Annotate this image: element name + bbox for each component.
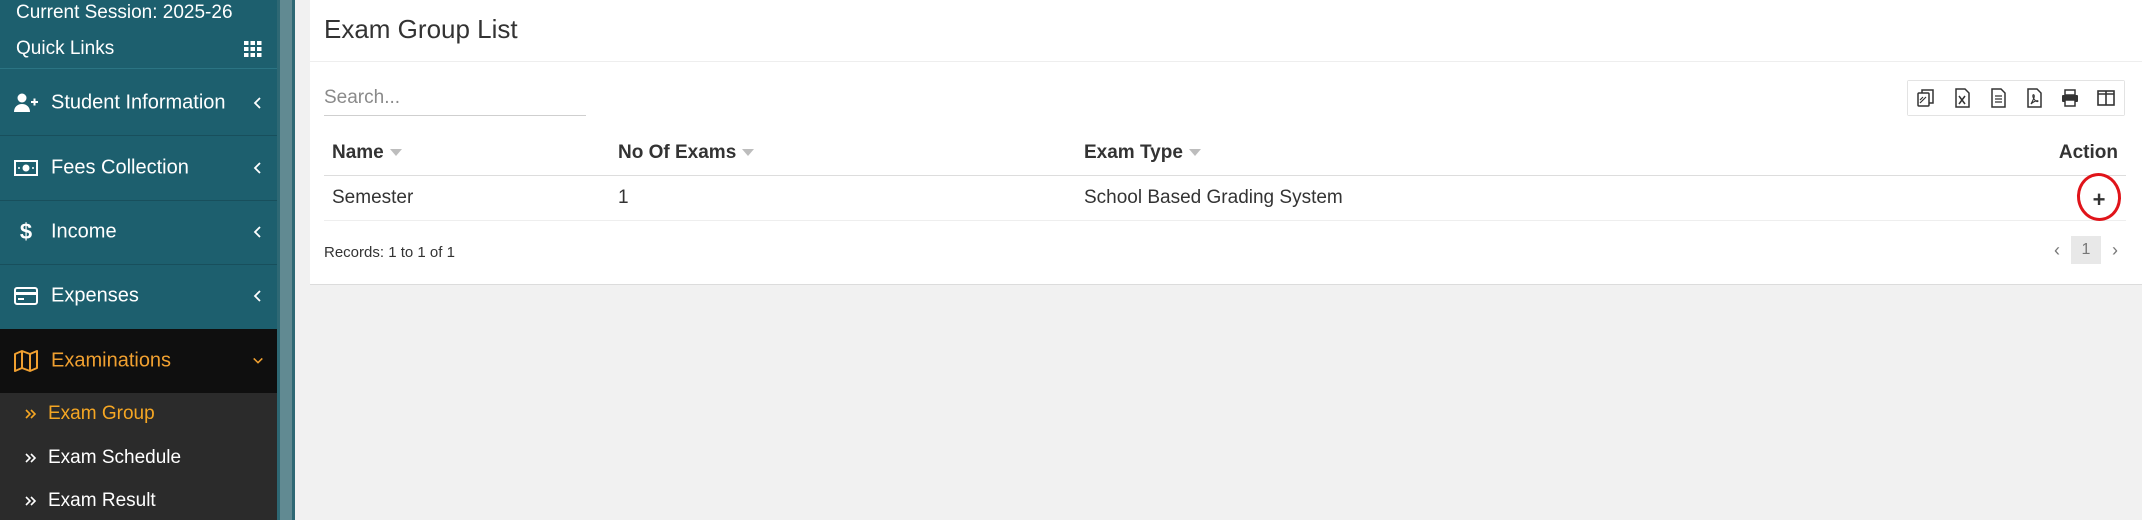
- submenu-item-exam-schedule[interactable]: Exam Schedule: [24, 447, 181, 469]
- next-page-button[interactable]: ›: [2101, 236, 2129, 264]
- excel-icon: [1955, 88, 1970, 108]
- table-header-row: Name No Of Exams Exam Type Action: [324, 131, 2126, 176]
- chevron-down-icon: [253, 357, 263, 364]
- chevron-left-icon: [253, 162, 261, 174]
- chevron-left-icon: [253, 97, 261, 109]
- examinations-submenu: Exam Group Exam Schedule Exam Result: [0, 393, 277, 520]
- sort-icon: [389, 149, 402, 157]
- table-row: Semester 1 School Based Grading System +: [324, 169, 2126, 224]
- grid-icon[interactable]: [244, 40, 262, 58]
- double-chevron-right-icon: [25, 453, 37, 463]
- sidebar-item-examinations[interactable]: Examinations: [0, 329, 277, 393]
- column-header-name[interactable]: Name: [324, 131, 610, 176]
- sidebar-item-student-information[interactable]: Student Information: [0, 71, 277, 135]
- sort-icon: [742, 149, 755, 157]
- exam-group-panel: Exam Group List Name No Of Exams Exam Ty…: [310, 0, 2142, 285]
- copy-icon: [1917, 89, 1934, 107]
- panel-header: Exam Group List: [310, 0, 2142, 62]
- sidebar-item-label: Examinations: [51, 349, 172, 372]
- current-session: Current Session: 2025-26: [16, 2, 233, 23]
- sort-icon: [1188, 149, 1201, 157]
- svg-text:$: $: [20, 220, 32, 244]
- page-title: Exam Group List: [324, 14, 518, 44]
- map-icon: [14, 349, 38, 373]
- columns-button[interactable]: [2088, 81, 2124, 115]
- search-input[interactable]: [324, 80, 586, 116]
- submenu-item-exam-result[interactable]: Exam Result: [24, 490, 156, 512]
- submenu-label: Exam Group: [48, 403, 155, 424]
- money-icon: [14, 156, 38, 180]
- submenu-label: Exam Result: [48, 490, 156, 511]
- column-header-exam-type[interactable]: Exam Type: [1076, 131, 2036, 176]
- chevron-left-icon: [253, 290, 261, 302]
- user-plus-icon: [14, 91, 38, 115]
- sidebar-item-label: Student Information: [51, 91, 226, 114]
- chevron-left-icon: [253, 226, 261, 238]
- records-info: Records: 1 to 1 of 1: [324, 244, 455, 261]
- csv-button[interactable]: [1980, 81, 2016, 115]
- submenu-item-exam-group[interactable]: Exam Group: [24, 403, 155, 425]
- submenu-label: Exam Schedule: [48, 447, 182, 468]
- divider: [0, 68, 277, 69]
- add-exam-button[interactable]: +: [2073, 169, 2125, 224]
- prev-page-button[interactable]: ‹: [2043, 236, 2071, 264]
- sidebar-item-income[interactable]: $ Income: [0, 200, 277, 264]
- sidebar: Current Session: 2025-26 Quick Links Stu…: [0, 0, 277, 520]
- sidebar-item-label: Fees Collection: [51, 156, 189, 179]
- excel-button[interactable]: [1944, 81, 1980, 115]
- sidebar-item-fees-collection[interactable]: Fees Collection: [0, 136, 277, 200]
- sidebar-item-expenses[interactable]: Expenses: [0, 264, 277, 328]
- cell-exam-type: School Based Grading System: [1076, 175, 2036, 221]
- double-chevron-right-icon: [25, 496, 37, 506]
- cell-action: +: [2036, 169, 2126, 224]
- csv-icon: [1991, 88, 2006, 108]
- page-number[interactable]: 1: [2071, 236, 2101, 264]
- export-toolbar: [1907, 80, 2125, 116]
- cell-no-of-exams: 1: [610, 175, 1076, 221]
- column-header-no-of-exams[interactable]: No Of Exams: [610, 131, 1076, 176]
- sidebar-scrollbar[interactable]: [277, 0, 295, 520]
- columns-icon: [2097, 90, 2115, 106]
- column-header-action: Action: [2036, 131, 2126, 176]
- exam-group-table: Name No Of Exams Exam Type Action Semest…: [324, 131, 2126, 224]
- pagination: ‹ 1 ›: [2043, 236, 2129, 264]
- dollar-icon: $: [14, 220, 38, 244]
- sidebar-item-label: Expenses: [51, 284, 139, 307]
- copy-button[interactable]: [1908, 81, 1944, 115]
- print-button[interactable]: [2052, 81, 2088, 115]
- sidebar-item-label: Income: [51, 220, 117, 243]
- quick-links-label[interactable]: Quick Links: [16, 38, 114, 60]
- print-icon: [2062, 89, 2078, 107]
- plus-icon: +: [2092, 186, 2106, 212]
- credit-card-icon: [14, 284, 38, 308]
- double-chevron-right-icon: [25, 409, 37, 419]
- pdf-button[interactable]: [2016, 81, 2052, 115]
- cell-name: Semester: [324, 175, 610, 221]
- scrollbar-thumb[interactable]: [280, 0, 292, 520]
- pdf-icon: [2027, 88, 2042, 108]
